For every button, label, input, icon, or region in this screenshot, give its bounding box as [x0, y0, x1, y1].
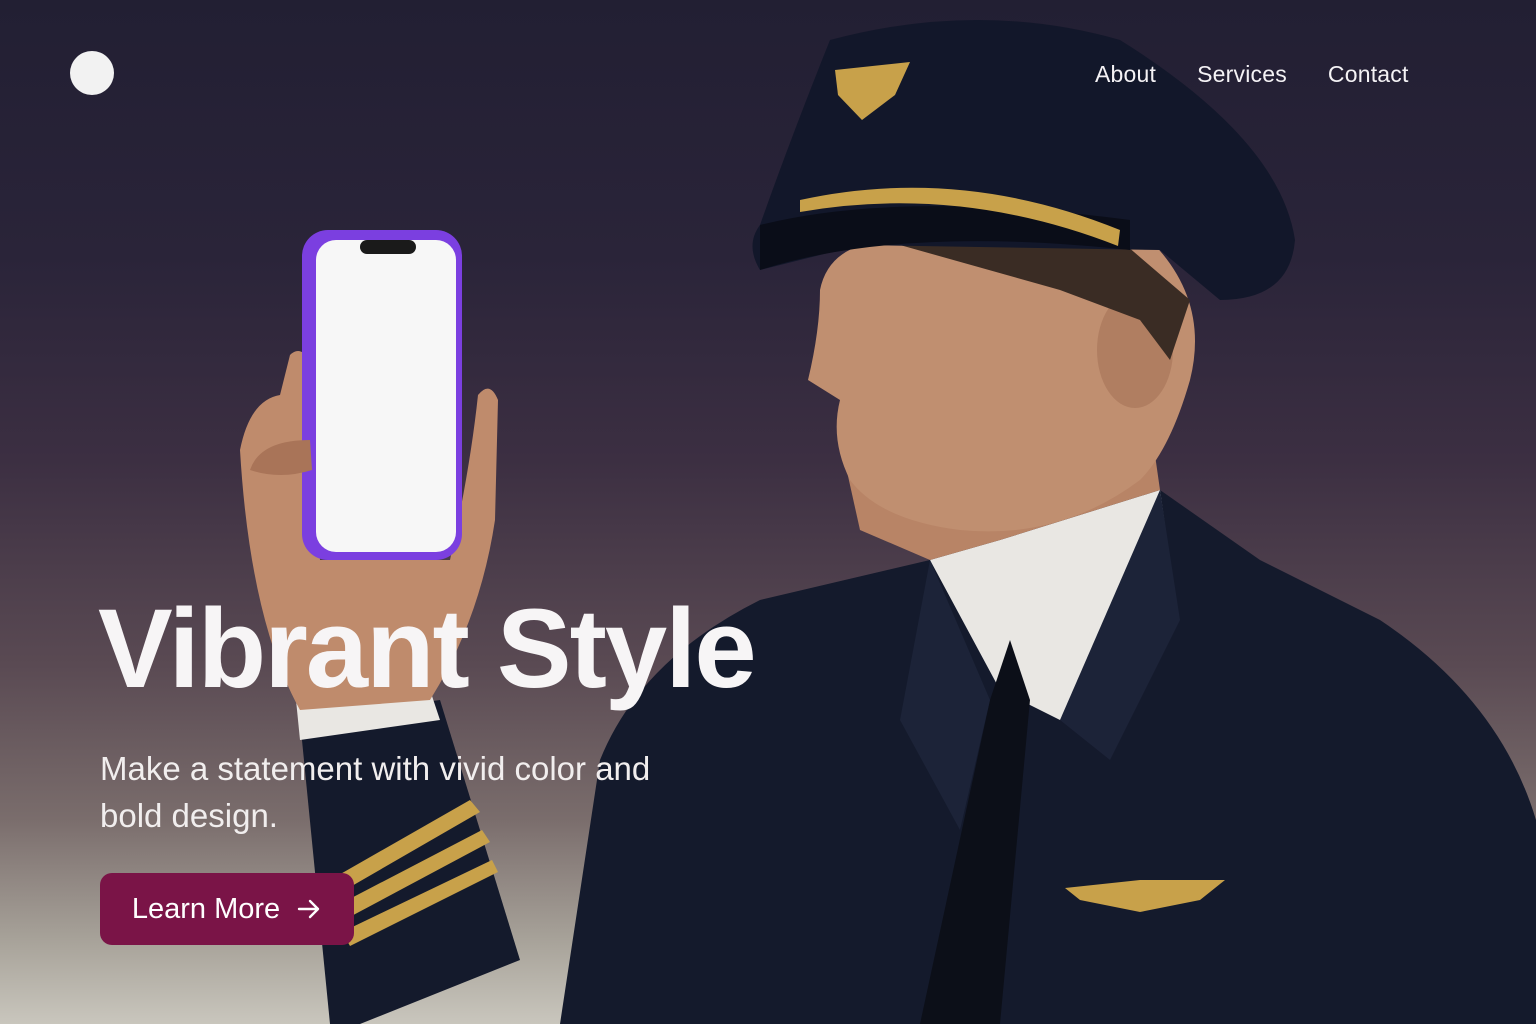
- nav-link-about[interactable]: About: [1095, 58, 1156, 90]
- logo-circle[interactable]: [70, 51, 114, 95]
- nav-link-contact[interactable]: Contact: [1328, 58, 1409, 90]
- learn-more-button[interactable]: Learn More: [100, 873, 354, 945]
- hero-headline: Vibrant Style: [98, 586, 757, 711]
- phone-notch: [360, 240, 416, 254]
- top-navigation: About Services Contact: [1095, 58, 1409, 90]
- nav-link-services[interactable]: Services: [1197, 58, 1287, 90]
- hero-subtitle: Make a statement with vivid color and bo…: [100, 750, 651, 834]
- learn-more-label: Learn More: [131, 892, 281, 925]
- phone-screen: [316, 240, 456, 552]
- arrow-right-icon: [296, 896, 322, 922]
- hero-background-photo: [0, 0, 1536, 1024]
